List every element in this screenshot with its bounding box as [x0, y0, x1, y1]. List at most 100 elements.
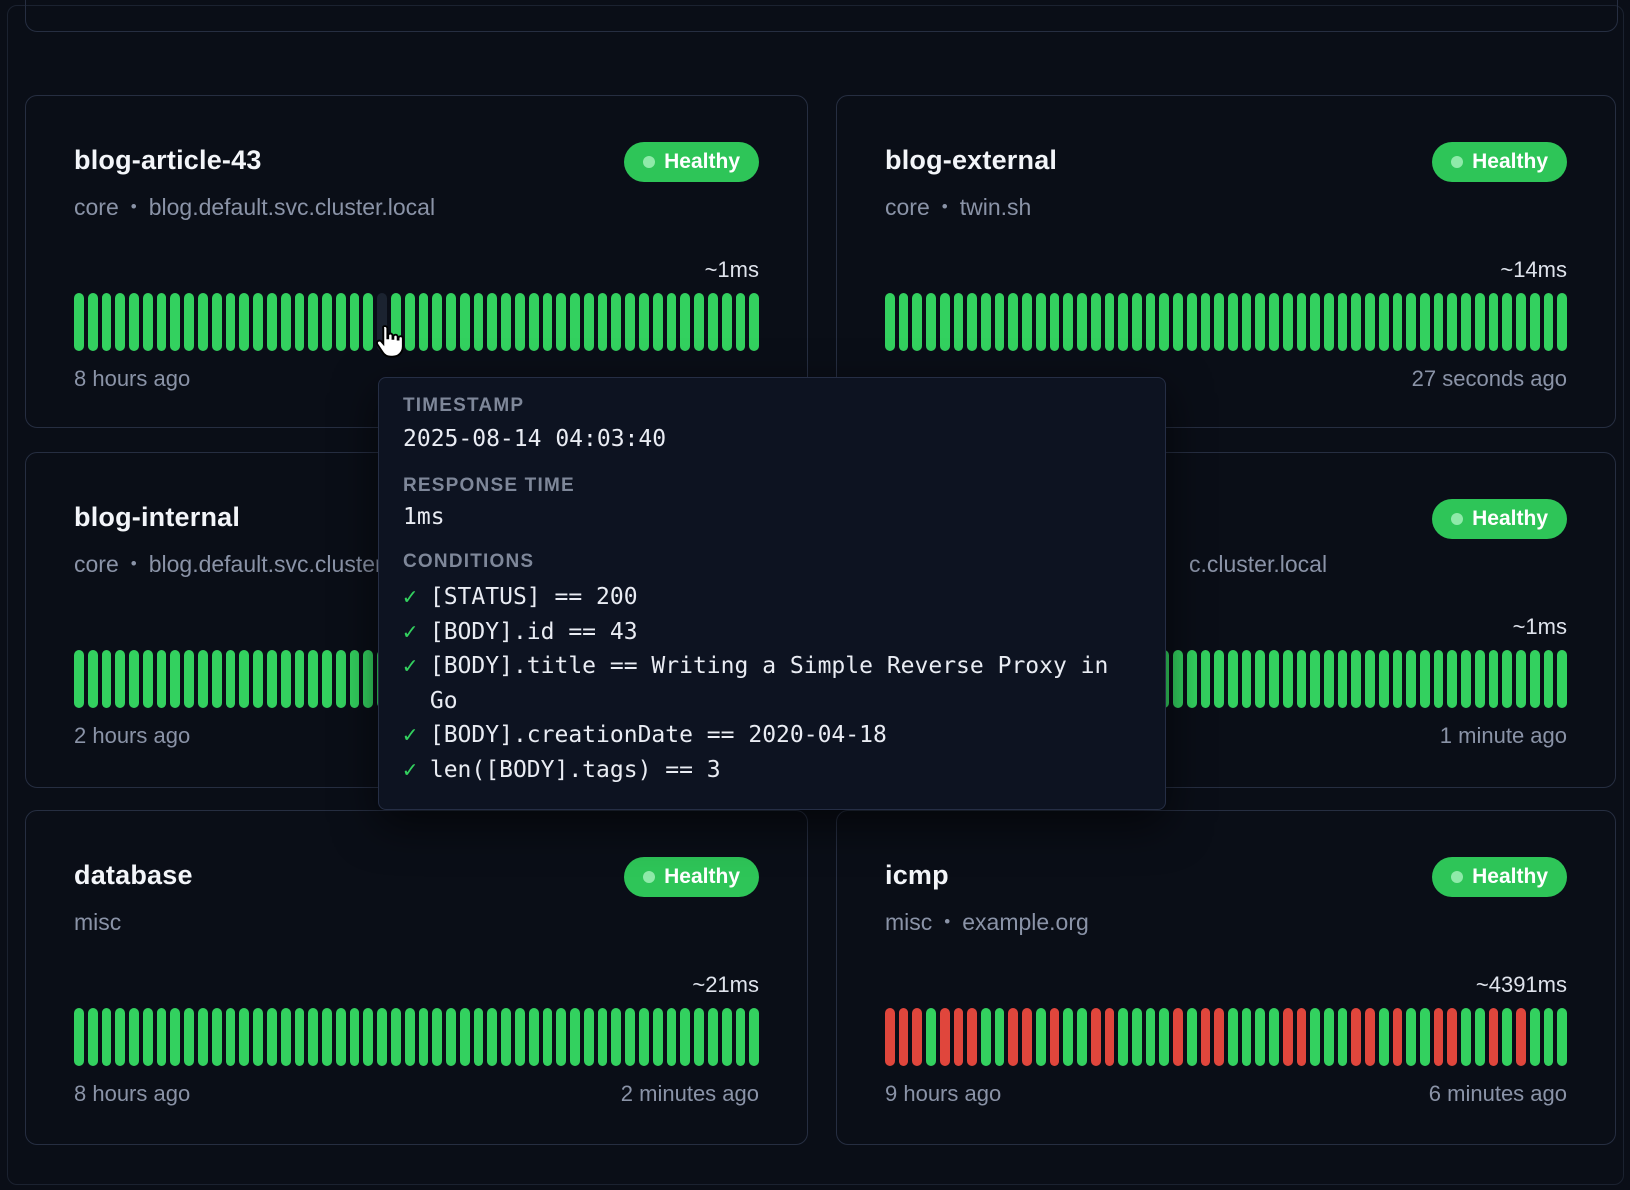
- uptime-bar[interactable]: [460, 293, 470, 351]
- uptime-bar[interactable]: [1530, 293, 1540, 351]
- uptime-bar[interactable]: [74, 650, 84, 708]
- uptime-bar[interactable]: [1228, 1008, 1238, 1066]
- uptime-bar[interactable]: [680, 1008, 690, 1066]
- uptime-bar[interactable]: [570, 1008, 580, 1066]
- uptime-bar[interactable]: [1132, 1008, 1142, 1066]
- uptime-bar[interactable]: [432, 293, 442, 351]
- uptime-bar[interactable]: [363, 1008, 373, 1066]
- uptime-bar[interactable]: [239, 650, 249, 708]
- uptime-bar[interactable]: [1132, 293, 1142, 351]
- uptime-bar[interactable]: [899, 293, 909, 351]
- uptime-bar[interactable]: [1365, 1008, 1375, 1066]
- uptime-bar[interactable]: [1105, 293, 1115, 351]
- uptime-bar[interactable]: [1502, 650, 1512, 708]
- uptime-bar[interactable]: [1324, 1008, 1334, 1066]
- uptime-bar[interactable]: [1255, 650, 1265, 708]
- uptime-bar[interactable]: [226, 650, 236, 708]
- uptime-bar[interactable]: [1351, 1008, 1361, 1066]
- uptime-bar[interactable]: [1447, 1008, 1457, 1066]
- uptime-bar[interactable]: [1146, 1008, 1156, 1066]
- uptime-bar[interactable]: [1187, 1008, 1197, 1066]
- uptime-bar[interactable]: [129, 293, 139, 351]
- uptime-bar[interactable]: [749, 293, 759, 351]
- uptime-bar[interactable]: [1502, 1008, 1512, 1066]
- uptime-bar[interactable]: [1475, 650, 1485, 708]
- uptime-bar[interactable]: [446, 1008, 456, 1066]
- uptime-bar[interactable]: [667, 293, 677, 351]
- uptime-bar[interactable]: [115, 650, 125, 708]
- uptime-bar[interactable]: [1173, 650, 1183, 708]
- uptime-bar[interactable]: [1475, 293, 1485, 351]
- uptime-bar[interactable]: [722, 293, 732, 351]
- uptime-bar[interactable]: [1406, 650, 1416, 708]
- uptime-bar[interactable]: [1077, 293, 1087, 351]
- uptime-bar[interactable]: [598, 1008, 608, 1066]
- uptime-bar-hovered[interactable]: [377, 293, 387, 351]
- uptime-bar[interactable]: [1269, 293, 1279, 351]
- uptime-bar[interactable]: [308, 293, 318, 351]
- uptime-bar[interactable]: [336, 650, 346, 708]
- uptime-bar[interactable]: [1077, 1008, 1087, 1066]
- uptime-bar[interactable]: [1365, 293, 1375, 351]
- endpoint-card-icmp[interactable]: icmp Healthy misc • example.org ~4391ms …: [836, 810, 1616, 1145]
- uptime-bar[interactable]: [88, 293, 98, 351]
- uptime-bar[interactable]: [749, 1008, 759, 1066]
- uptime-bar[interactable]: [1310, 1008, 1320, 1066]
- uptime-bar[interactable]: [1420, 1008, 1430, 1066]
- uptime-bar[interactable]: [239, 293, 249, 351]
- uptime-bar[interactable]: [1461, 650, 1471, 708]
- uptime-bar[interactable]: [432, 1008, 442, 1066]
- uptime-bar[interactable]: [212, 650, 222, 708]
- uptime-bar[interactable]: [267, 650, 277, 708]
- uptime-bar[interactable]: [1146, 293, 1156, 351]
- uptime-bar[interactable]: [1434, 650, 1444, 708]
- uptime-bar[interactable]: [102, 1008, 112, 1066]
- uptime-bar[interactable]: [1544, 293, 1554, 351]
- uptime-bar[interactable]: [529, 1008, 539, 1066]
- uptime-bar[interactable]: [1447, 293, 1457, 351]
- uptime-bar[interactable]: [170, 293, 180, 351]
- endpoint-title[interactable]: blog-article-43: [74, 145, 262, 179]
- uptime-bar[interactable]: [1242, 650, 1252, 708]
- uptime-bar[interactable]: [391, 293, 401, 351]
- uptime-bar[interactable]: [1475, 1008, 1485, 1066]
- uptime-bar[interactable]: [1447, 650, 1457, 708]
- uptime-bar[interactable]: [474, 1008, 484, 1066]
- uptime-bar[interactable]: [363, 293, 373, 351]
- uptime-bar[interactable]: [981, 1008, 991, 1066]
- uptime-bar[interactable]: [639, 1008, 649, 1066]
- uptime-bar[interactable]: [1461, 293, 1471, 351]
- uptime-bar[interactable]: [940, 1008, 950, 1066]
- uptime-bar[interactable]: [115, 293, 125, 351]
- uptime-bar[interactable]: [267, 1008, 277, 1066]
- uptime-bar[interactable]: [184, 650, 194, 708]
- uptime-bar[interactable]: [708, 293, 718, 351]
- uptime-bar[interactable]: [736, 1008, 746, 1066]
- uptime-bar[interactable]: [1393, 1008, 1403, 1066]
- uptime-bar[interactable]: [1544, 650, 1554, 708]
- endpoint-title[interactable]: database: [74, 860, 193, 894]
- uptime-bar[interactable]: [253, 650, 263, 708]
- uptime-bar[interactable]: [515, 293, 525, 351]
- uptime-bar[interactable]: [1201, 650, 1211, 708]
- uptime-bar[interactable]: [129, 1008, 139, 1066]
- uptime-bar[interactable]: [308, 1008, 318, 1066]
- uptime-bar[interactable]: [405, 293, 415, 351]
- uptime-bar[interactable]: [1118, 1008, 1128, 1066]
- uptime-bar[interactable]: [1242, 293, 1252, 351]
- uptime-bar[interactable]: [1434, 293, 1444, 351]
- uptime-bar[interactable]: [912, 1008, 922, 1066]
- uptime-bar[interactable]: [322, 293, 332, 351]
- uptime-bar[interactable]: [598, 293, 608, 351]
- uptime-bar[interactable]: [212, 1008, 222, 1066]
- uptime-bar[interactable]: [1050, 1008, 1060, 1066]
- uptime-bar[interactable]: [88, 650, 98, 708]
- uptime-bar[interactable]: [1310, 650, 1320, 708]
- uptime-bar[interactable]: [1255, 293, 1265, 351]
- uptime-bar[interactable]: [570, 293, 580, 351]
- uptime-bar[interactable]: [487, 293, 497, 351]
- uptime-bar[interactable]: [1530, 1008, 1540, 1066]
- uptime-bar[interactable]: [995, 1008, 1005, 1066]
- uptime-bar[interactable]: [295, 650, 305, 708]
- uptime-bar[interactable]: [170, 1008, 180, 1066]
